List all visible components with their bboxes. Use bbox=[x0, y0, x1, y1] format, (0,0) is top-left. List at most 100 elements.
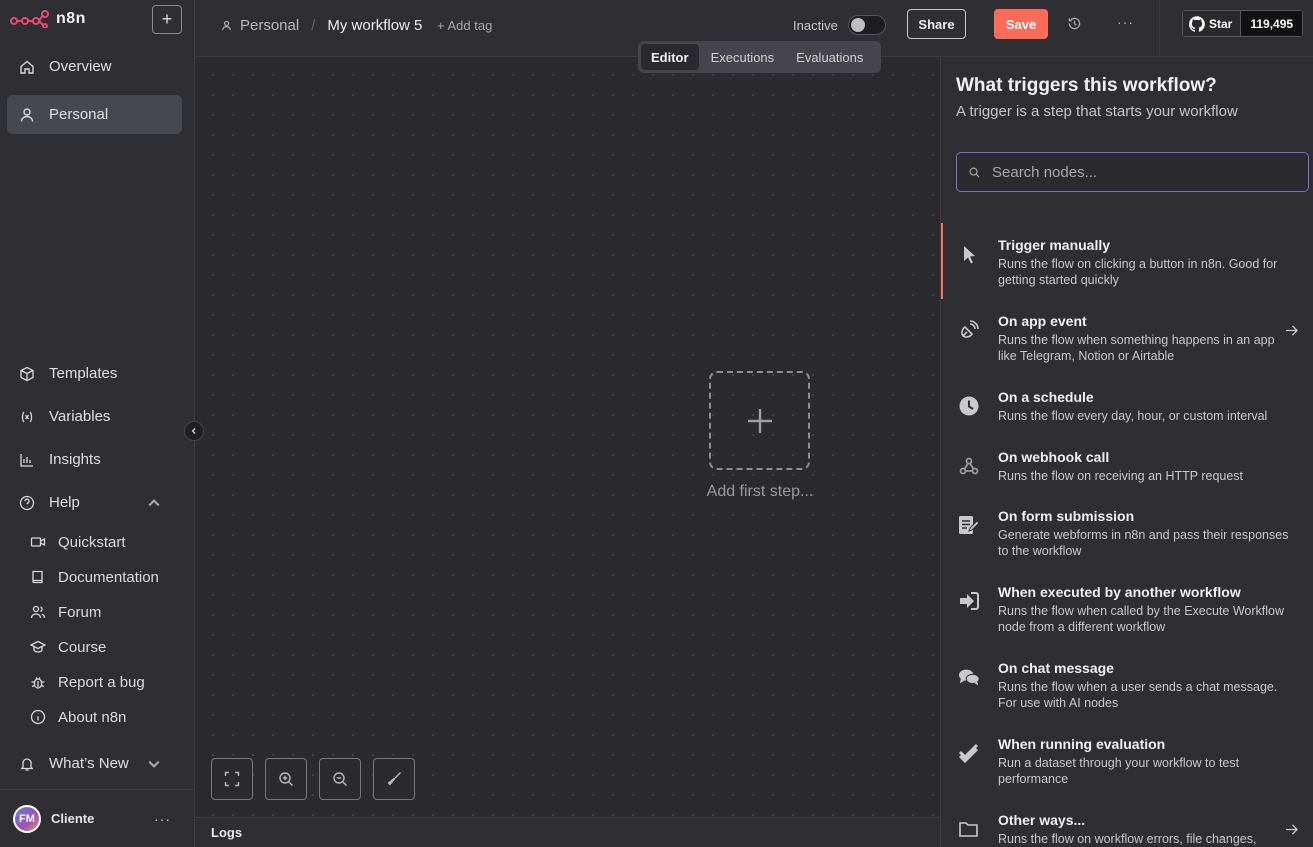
help-item-quickstart[interactable]: Quickstart bbox=[20, 528, 126, 556]
workflow-canvas[interactable]: Add first step... bbox=[195, 57, 940, 817]
more-options-button[interactable]: ··· bbox=[1117, 14, 1134, 30]
book-icon bbox=[32, 570, 43, 584]
save-button[interactable]: Save bbox=[994, 9, 1048, 39]
workflow-name[interactable]: My workflow 5 bbox=[327, 17, 422, 34]
node-when-running-evaluation[interactable]: When running evaluation Run a dataset th… bbox=[941, 736, 1313, 787]
node-description: Runs the flow when something happens in … bbox=[998, 333, 1275, 363]
sidebar-item-overview[interactable]: Overview bbox=[7, 47, 182, 86]
sidebar-item-whats-new[interactable]: What’s New bbox=[7, 744, 182, 783]
clock-icon bbox=[958, 395, 980, 417]
node-text: On a schedule Runs the flow every day, h… bbox=[998, 389, 1267, 424]
add-tag-button[interactable]: + Add tag bbox=[437, 18, 492, 33]
help-item-label: Quickstart bbox=[58, 533, 126, 551]
sidebar-item-label: Overview bbox=[49, 58, 112, 75]
github-star-button[interactable]: Star 119,495 bbox=[1182, 10, 1304, 37]
add-first-step-button[interactable] bbox=[709, 371, 810, 470]
search-input[interactable] bbox=[992, 163, 1292, 181]
share-button[interactable]: Share bbox=[907, 9, 966, 39]
node-on-app-event[interactable]: On app event Runs the flow when somethin… bbox=[941, 313, 1313, 364]
sidebar-item-label: Help bbox=[49, 494, 80, 511]
cursor-icon bbox=[958, 243, 980, 265]
tab-editor[interactable]: Editor bbox=[641, 44, 699, 70]
help-item-forum[interactable]: Forum bbox=[20, 598, 101, 626]
node-text: When executed by another workflow Runs t… bbox=[998, 584, 1289, 635]
chevron-down-icon bbox=[148, 760, 160, 768]
node-description: Runs the flow every day, hour, or custom… bbox=[998, 409, 1268, 423]
divider bbox=[1159, 0, 1160, 57]
node-description: Runs the flow when called by the Execute… bbox=[998, 604, 1285, 634]
node-on-form-submission[interactable]: On form submission Generate webforms in … bbox=[941, 508, 1313, 559]
node-text: On form submission Generate webforms in … bbox=[998, 508, 1289, 559]
history-icon[interactable] bbox=[1067, 16, 1082, 31]
node-description: Run a dataset through your workflow to t… bbox=[998, 756, 1240, 786]
node-text: Trigger manually Runs the flow on clicki… bbox=[998, 237, 1289, 288]
form-icon bbox=[958, 514, 980, 536]
chat-icon bbox=[958, 666, 980, 688]
help-item-label: About n8n bbox=[58, 708, 127, 726]
node-title: On webhook call bbox=[998, 449, 1110, 465]
sidebar-item-variables[interactable]: Variables bbox=[7, 397, 182, 436]
toggle-knob bbox=[851, 18, 865, 32]
node-description: Runs the flow when a user sends a chat m… bbox=[998, 680, 1278, 710]
node-on-chat-message[interactable]: On chat message Runs the flow when a use… bbox=[941, 660, 1313, 711]
breadcrumb-project[interactable]: Personal bbox=[240, 17, 299, 34]
sidebar-item-label: Personal bbox=[49, 106, 109, 123]
fit-view-button[interactable] bbox=[211, 758, 253, 800]
add-first-step-label: Add first step... bbox=[706, 483, 814, 500]
avatar: FM bbox=[13, 804, 41, 833]
help-item-about[interactable]: About n8n bbox=[20, 703, 126, 731]
node-description: Generate webforms in n8n and pass their … bbox=[998, 528, 1289, 558]
fit-view-icon bbox=[224, 771, 240, 787]
help-item-documentation[interactable]: Documentation bbox=[20, 563, 159, 591]
node-trigger-manually[interactable]: Trigger manually Runs the flow on clicki… bbox=[941, 223, 1313, 299]
box-icon bbox=[20, 366, 34, 381]
breadcrumb-separator: / bbox=[311, 17, 316, 34]
node-text: On chat message Runs the flow when a use… bbox=[998, 660, 1289, 711]
node-title: When running evaluation bbox=[998, 736, 1166, 752]
panel-title: What triggers this workflow? bbox=[956, 75, 1217, 96]
collapse-sidebar-button[interactable] bbox=[184, 421, 204, 441]
create-new-button[interactable]: + bbox=[152, 5, 182, 34]
active-toggle[interactable] bbox=[848, 15, 886, 35]
sign-in-icon bbox=[958, 590, 980, 612]
node-search[interactable] bbox=[956, 152, 1309, 192]
user-icon bbox=[20, 107, 34, 122]
node-text: On app event Runs the flow when somethin… bbox=[998, 313, 1289, 364]
tab-executions[interactable]: Executions bbox=[701, 44, 785, 70]
node-on-schedule[interactable]: On a schedule Runs the flow every day, h… bbox=[941, 389, 1313, 424]
node-on-webhook-call[interactable]: On webhook call Runs the flow on receivi… bbox=[941, 449, 1313, 484]
node-other-ways[interactable]: Other ways... Runs the flow on workflow … bbox=[941, 812, 1313, 847]
github-star-text: Star bbox=[1209, 16, 1233, 31]
help-item-course[interactable]: Course bbox=[20, 633, 106, 661]
sidebar-item-personal[interactable]: Personal bbox=[7, 95, 182, 134]
node-text: Other ways... Runs the flow on workflow … bbox=[998, 812, 1256, 847]
sidebar-item-label: Variables bbox=[49, 408, 111, 425]
zoom-in-icon bbox=[279, 772, 293, 786]
node-title: On chat message bbox=[998, 660, 1114, 676]
help-item-report-bug[interactable]: Report a bug bbox=[20, 668, 145, 696]
help-item-label: Documentation bbox=[58, 568, 159, 586]
node-executed-by-workflow[interactable]: When executed by another workflow Runs t… bbox=[941, 584, 1313, 635]
sidebar-item-insights[interactable]: Insights bbox=[7, 440, 182, 479]
zoom-in-button[interactable] bbox=[265, 758, 307, 800]
help-item-label: Report a bug bbox=[58, 673, 145, 691]
logs-bar[interactable]: Logs bbox=[195, 817, 940, 847]
user-menu[interactable]: FM Cliente ··· bbox=[0, 789, 195, 847]
github-icon bbox=[1189, 15, 1205, 32]
zoom-out-button[interactable] bbox=[319, 758, 361, 800]
user-more-button[interactable]: ··· bbox=[154, 811, 171, 827]
sidebar-item-templates[interactable]: Templates bbox=[7, 354, 182, 393]
n8n-logo[interactable]: n8n bbox=[10, 10, 86, 28]
plus-icon bbox=[747, 408, 772, 433]
help-item-label: Forum bbox=[58, 603, 102, 621]
github-star-count: 119,495 bbox=[1240, 10, 1304, 37]
users-icon bbox=[30, 605, 46, 619]
tidy-up-button[interactable] bbox=[373, 758, 415, 800]
tab-evaluations[interactable]: Evaluations bbox=[786, 44, 873, 70]
sidebar-item-help[interactable]: Help bbox=[7, 483, 182, 522]
view-tabs: Editor Executions Evaluations bbox=[638, 41, 881, 73]
sidebar-item-label: Templates bbox=[49, 365, 118, 382]
node-title: Other ways... bbox=[998, 812, 1086, 828]
node-title: On app event bbox=[998, 313, 1087, 329]
status-label: Inactive bbox=[793, 18, 838, 33]
